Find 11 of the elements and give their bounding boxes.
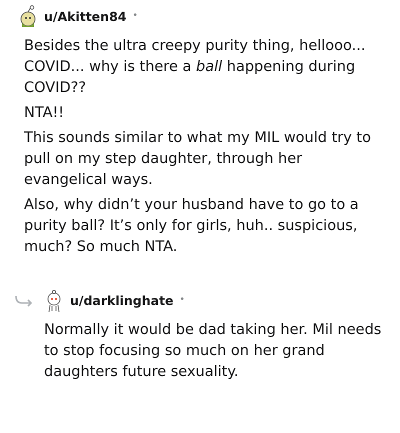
comment-text: NTA!! [24,104,66,123]
separator-dot: • [132,10,138,24]
avatar-icon[interactable] [18,5,38,29]
username-link[interactable]: u/Akitten84 [44,8,126,26]
comment-text: This sounds similar to what my MIL would try to pull on my step daughter, through her evangelical ways. [24,129,372,190]
comment-text: Besides the ultra creepy purity thing, hellooo... COVID... why is there a ball happening during COVID?? [24,37,366,98]
reply-arrow-icon [14,295,34,307]
separator-dot: • [180,294,185,308]
comment-text: Also, why didn’t your husband have to go to a purity ball? It’s only for girls, huh.. suspicious, much? So much NTA. [24,196,360,257]
comment-text: Normally it would be dad taking her. Mil needs to stop focusing so much on her grand daughters future sexuality. [44,321,382,382]
username-link[interactable]: u/darklinghate [70,292,174,310]
